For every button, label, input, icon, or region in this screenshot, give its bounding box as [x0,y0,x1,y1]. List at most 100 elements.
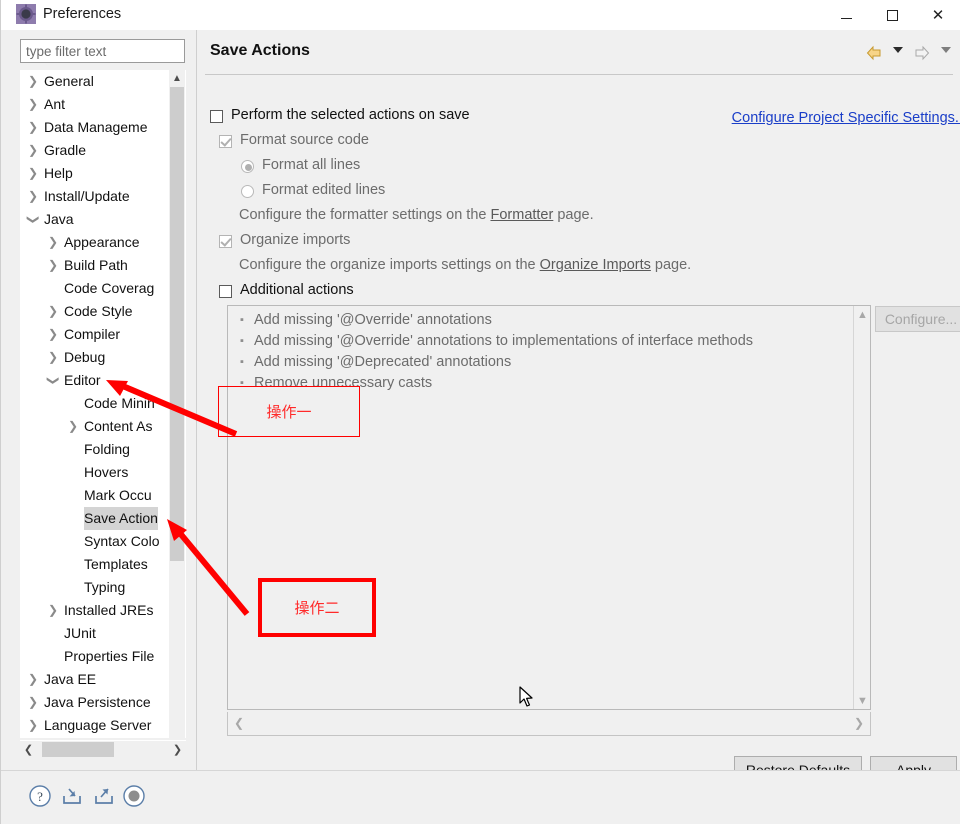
sidebar-item-templates[interactable]: Templates [20,553,186,576]
sidebar-item-mark-occu[interactable]: Mark Occu [20,484,186,507]
scroll-left-icon[interactable]: ❮ [20,741,37,758]
chevron-down-icon[interactable]: ❯ [42,374,65,388]
sidebar-item-java-persistence[interactable]: ❯ Java Persistence [20,691,186,714]
list-vertical-scrollbar[interactable]: ▲ ▼ [853,306,870,709]
scroll-left-icon[interactable]: ❮ [230,712,248,734]
close-icon[interactable]: ✕ [915,0,960,30]
perform-on-save-row[interactable]: Perform the selected actions on save [210,107,470,123]
sidebar-item-editor[interactable]: ❯ Editor [20,369,186,392]
sidebar-item-save-action[interactable]: Save Action [20,507,186,530]
round-toggle-icon[interactable] [121,783,147,809]
chevron-right-icon[interactable]: ❯ [26,714,40,737]
chevron-right-icon[interactable]: ❯ [46,231,60,254]
sidebar-item-label: Save Action [84,507,158,530]
chevron-down-icon[interactable]: ❯ [22,213,45,227]
sidebar-item-compiler[interactable]: ❯ Compiler [20,323,186,346]
list-item[interactable]: Add missing '@Override' annotations to i… [228,331,836,352]
sidebar-item-data-manageme[interactable]: ❯ Data Manageme [20,116,186,139]
chevron-right-icon[interactable]: ❯ [26,162,40,185]
filter-input[interactable] [20,39,185,63]
preferences-tree[interactable]: ❯ General ❯ Ant ❯ Data Manageme ❯ Gradle ❯ Help ❯ I… [20,70,186,738]
list-horizontal-scrollbar[interactable]: ❮ ❯ [227,712,871,736]
sidebar-item-junit[interactable]: JUnit [20,622,186,645]
sidebar-item-general[interactable]: ❯ General [20,70,186,93]
forward-history-caret-icon[interactable] [941,47,951,53]
tree-horizontal-scrollbar[interactable]: ❮ ❯ [20,740,186,757]
configure-button[interactable]: Configure... [875,306,960,332]
import-icon[interactable] [59,783,85,809]
dialog-footer: ? Apply and Close Cancel [1,770,960,824]
chevron-right-icon[interactable]: ❯ [46,300,60,323]
organize-imports-checkbox[interactable] [219,235,232,248]
perform-on-save-checkbox[interactable] [210,110,223,123]
sidebar-item-properties-file[interactable]: Properties File [20,645,186,668]
sidebar-item-code-style[interactable]: ❯ Code Style [20,300,186,323]
format-source-code-row[interactable]: Format source code [219,132,369,148]
chevron-right-icon[interactable]: ❯ [26,668,40,691]
format-edited-lines-row[interactable]: Format edited lines [241,182,385,198]
chevron-right-icon[interactable]: ❯ [46,599,60,622]
format-edited-lines-label: Format edited lines [262,182,386,198]
format-edited-lines-radio[interactable] [241,185,254,198]
scroll-thumb-horizontal[interactable] [42,742,114,757]
chevron-right-icon[interactable]: ❯ [26,139,40,162]
scroll-up-icon[interactable]: ▲ [854,306,871,323]
chevron-right-icon[interactable]: ❯ [46,346,60,369]
chevron-right-icon[interactable]: ❯ [26,116,40,139]
chevron-right-icon[interactable]: ❯ [26,70,40,93]
sidebar-item-label: Mark Occu [84,487,152,503]
sidebar-item-label: Debug [64,349,106,365]
sidebar-item-syntax-colo[interactable]: Syntax Colo [20,530,186,553]
sidebar-item-ant[interactable]: ❯ Ant [20,93,186,116]
list-item[interactable]: Add missing '@Override' annotations [228,310,836,331]
sidebar-item-java-ee[interactable]: ❯ Java EE [20,668,186,691]
chevron-right-icon[interactable]: ❯ [26,691,40,714]
sidebar-item-code-minin[interactable]: Code Minin [20,392,186,415]
sidebar-item-label: Templates [84,556,148,572]
scroll-right-icon[interactable]: ❯ [850,712,868,734]
chevron-right-icon[interactable]: ❯ [26,185,40,208]
scroll-right-icon[interactable]: ❯ [169,741,186,758]
sidebar-item-debug[interactable]: ❯ Debug [20,346,186,369]
configure-project-specific-settings-link[interactable]: Configure Project Specific Settings... [732,110,960,126]
sidebar-item-help[interactable]: ❯ Help [20,162,186,185]
question-mark-icon[interactable]: ? [27,783,53,809]
sidebar-item-label: Install/Update [44,188,130,204]
sidebar-item-install-update[interactable]: ❯ Install/Update [20,185,186,208]
list-item[interactable]: Add missing '@Deprecated' annotations [228,352,836,373]
additional-actions-checkbox[interactable] [219,285,232,298]
additional-actions-row[interactable]: Additional actions [219,282,354,298]
chevron-right-icon[interactable]: ❯ [46,254,60,277]
sidebar-item-typing[interactable]: Typing [20,576,186,599]
scroll-up-icon[interactable]: ▲ [169,70,185,87]
maximize-button[interactable] [869,0,915,30]
scroll-down-icon[interactable]: ▼ [854,692,871,709]
organize-imports-link[interactable]: Organize Imports [540,257,651,273]
format-all-lines-radio[interactable] [241,160,254,173]
sidebar-item-label: Ant [44,96,66,112]
sidebar-item-java[interactable]: ❯ Java [20,208,186,231]
sidebar-item-folding[interactable]: Folding [20,438,186,461]
format-source-code-checkbox[interactable] [219,135,232,148]
sidebar-item-appearance[interactable]: ❯ Appearance [20,231,186,254]
sidebar-item-hovers[interactable]: Hovers [20,461,186,484]
chevron-right-icon[interactable]: ❯ [46,323,60,346]
scroll-thumb[interactable] [170,87,184,561]
chevron-right-icon[interactable]: ❯ [66,415,80,438]
minimize-button[interactable] [823,0,869,30]
tree-vertical-scrollbar[interactable]: ▲ ▼ [169,70,185,758]
back-history-caret-icon[interactable] [893,47,903,53]
sidebar-item-build-path[interactable]: ❯ Build Path [20,254,186,277]
sidebar-item-gradle[interactable]: ❯ Gradle [20,139,186,162]
navigate-back-icon[interactable] [865,44,883,62]
chevron-right-icon[interactable]: ❯ [26,93,40,116]
sidebar-item-installed-jres[interactable]: ❯ Installed JREs [20,599,186,622]
additional-actions-list[interactable]: Add missing '@Override' annotationsAdd m… [227,305,871,710]
sidebar-item-language-server[interactable]: ❯ Language Server [20,714,186,737]
format-all-lines-row[interactable]: Format all lines [241,157,360,173]
formatter-link[interactable]: Formatter [490,207,553,223]
sidebar-item-code-coverag[interactable]: Code Coverag [20,277,186,300]
organize-imports-row[interactable]: Organize imports [219,232,350,248]
export-icon[interactable] [91,783,117,809]
sidebar-item-content-as[interactable]: ❯ Content As [20,415,186,438]
